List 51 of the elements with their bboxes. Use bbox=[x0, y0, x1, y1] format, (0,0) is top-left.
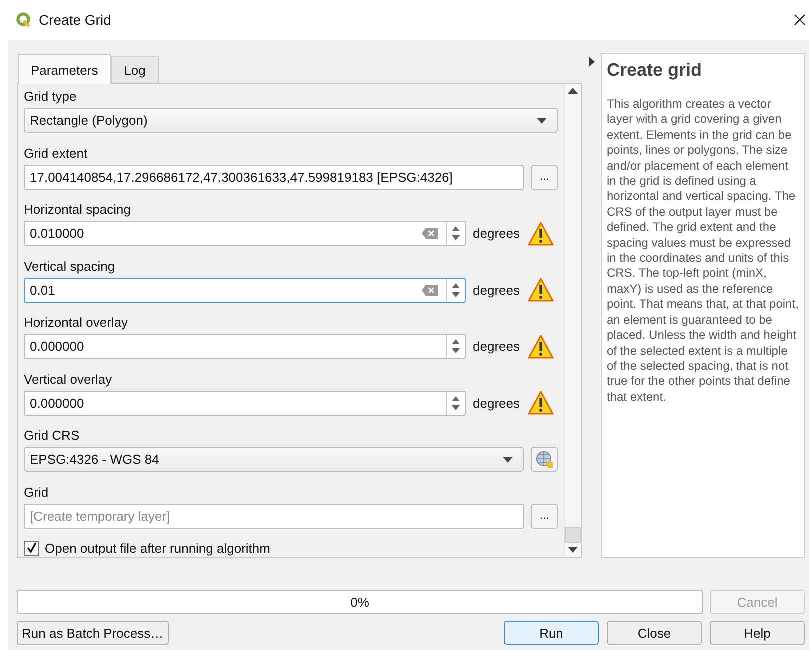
dropdown-arrow-icon bbox=[503, 456, 513, 463]
field-label: Horizontal spacing bbox=[24, 202, 132, 220]
unit-label: degrees bbox=[473, 282, 521, 298]
number-field[interactable]: 0.01 bbox=[24, 278, 466, 303]
globe-icon bbox=[536, 450, 554, 469]
tab[interactable]: Log bbox=[111, 56, 159, 83]
dialog-button[interactable]: Close bbox=[607, 621, 702, 645]
unit-label: degrees bbox=[473, 226, 521, 242]
browse-button[interactable]: ... bbox=[531, 164, 558, 190]
window-title: Create Grid bbox=[39, 12, 112, 28]
number-field[interactable]: 0.000000 bbox=[24, 390, 466, 416]
clear-icon[interactable] bbox=[422, 284, 438, 296]
checkbox[interactable] bbox=[24, 540, 39, 556]
tab[interactable]: Parameters bbox=[18, 54, 112, 84]
dialog-button[interactable]: Help bbox=[710, 621, 805, 645]
dropdown-arrow-icon bbox=[537, 118, 547, 124]
warning-icon bbox=[528, 222, 554, 246]
batch-button[interactable]: Run as Batch Process… bbox=[17, 621, 169, 645]
number-field[interactable]: 0.010000 bbox=[24, 221, 466, 246]
clear-icon[interactable] bbox=[422, 228, 438, 240]
input-field[interactable]: 17.004140854,17.296686172,47.300361633,47.599819183 [EPSG:4326] bbox=[24, 164, 524, 190]
scrollbar[interactable] bbox=[564, 84, 581, 557]
number-field[interactable]: 0.000000 bbox=[24, 334, 466, 360]
scroll-down-icon[interactable] bbox=[568, 547, 578, 553]
unit-label: degrees bbox=[473, 339, 521, 354]
progress-reading: 0% bbox=[350, 594, 370, 610]
warning-icon bbox=[528, 334, 554, 359]
browse-button[interactable]: ... bbox=[531, 504, 558, 529]
close-icon[interactable] bbox=[794, 14, 806, 26]
dialog-button[interactable]: Run bbox=[504, 621, 599, 645]
field-label: Vertical overlay bbox=[24, 372, 114, 389]
dropdown[interactable]: Rectangle (Polygon) bbox=[24, 108, 558, 133]
help-text: This algorithm creates a vector layer with a grid covering a given extent. Elements in the grid can be points, lines or polygons. The size and/or placement of each element in the grid is defined using a horizontal and vertical spacing. The CRS of the output layer must be defined. The grid extent and the spacing values must be expressed in the coordinates and units of this CRS. The top-left point (minX, maxY) is used as the reference point. That means that, at that point, an element is guaranteed to be placed. Unless the width and height of the selected extent is a multiple of the selected spacing, that is not true for the other points that define that extent. bbox=[607, 97, 799, 406]
help-title: Create grid bbox=[607, 60, 704, 81]
checkbox-label: Open output file after running algorithm bbox=[45, 540, 270, 556]
warning-icon bbox=[528, 278, 554, 302]
app-logo-icon bbox=[16, 12, 32, 28]
field-label: Horizontal overlay bbox=[24, 315, 130, 332]
unit-label: degrees bbox=[473, 396, 521, 411]
input-field[interactable]: [Create temporary layer] bbox=[24, 504, 524, 529]
field-label: Grid bbox=[24, 484, 50, 502]
field-label: Grid extent bbox=[24, 146, 89, 163]
scroll-thumb[interactable] bbox=[565, 527, 581, 543]
collapse-arrow-icon[interactable] bbox=[588, 57, 594, 67]
crs-button[interactable] bbox=[531, 447, 558, 472]
field-label: Grid CRS bbox=[24, 428, 81, 446]
dropdown[interactable]: EPSG:4326 - WGS 84 bbox=[24, 447, 524, 472]
field-label: Grid type bbox=[24, 89, 78, 106]
warning-icon bbox=[528, 391, 554, 416]
scroll-up-icon[interactable] bbox=[568, 88, 578, 94]
field-label: Vertical spacing bbox=[24, 258, 116, 276]
